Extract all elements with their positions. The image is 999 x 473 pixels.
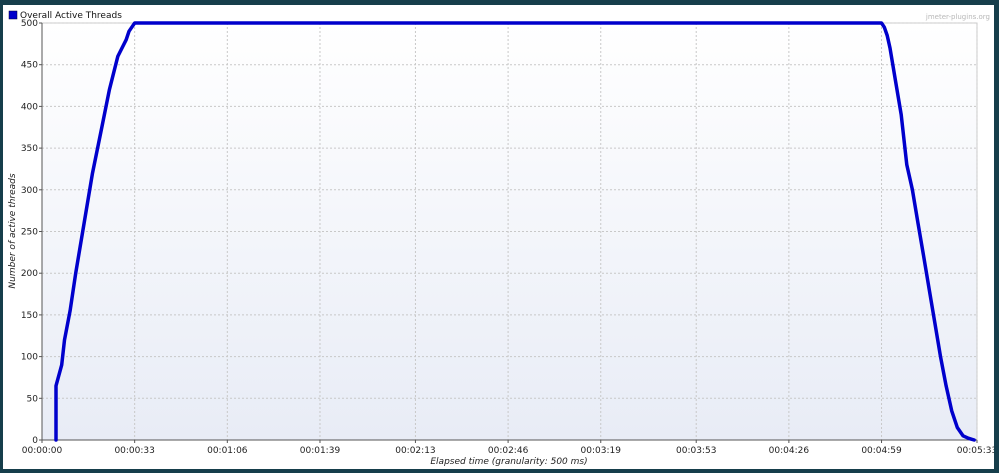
y-tick-label: 150 — [21, 311, 38, 321]
legend: Overall Active Threads — [8, 10, 122, 21]
x-axis-ticks: 00:00:00 00:00:33 00:01:06 00:01:39 00:02:13… — [22, 440, 994, 456]
x-tick-label: 00:04:26 — [769, 446, 810, 456]
legend-label: Overall Active Threads — [20, 11, 122, 21]
x-tick-label: 00:01:06 — [207, 446, 248, 456]
watermark: jmeter-plugins.org — [925, 13, 990, 21]
y-tick-label: 450 — [21, 61, 38, 71]
y-tick-label: 250 — [21, 228, 38, 238]
y-axis-label: Number of active threads — [8, 173, 18, 288]
x-tick-label: 00:02:46 — [488, 446, 529, 456]
y-tick-label: 0 — [32, 436, 38, 446]
x-tick-label: 00:01:39 — [300, 446, 341, 456]
legend-swatch — [8, 10, 18, 20]
x-tick-label: 00:03:19 — [581, 446, 622, 456]
x-tick-label: 00:00:00 — [22, 446, 63, 456]
x-tick-label: 00:00:33 — [114, 446, 154, 456]
y-tick-label: 200 — [21, 269, 38, 279]
chart-frame: 0 50 100 150 200 250 300 350 400 450 500 00:00:00 0… — [3, 5, 994, 469]
x-tick-label: 00:02:13 — [395, 446, 435, 456]
y-tick-label: 300 — [21, 186, 38, 196]
y-tick-label: 350 — [21, 144, 38, 154]
x-tick-label: 00:03:53 — [676, 446, 716, 456]
active-threads-chart: 050100150200250300350400450500 00:00:00 0… — [8, 10, 994, 467]
y-tick-label: 100 — [21, 353, 38, 363]
x-tick-label: 00:05:33 — [957, 446, 994, 456]
x-tick-label: 00:04:59 — [861, 446, 902, 456]
y-tick-label: 400 — [21, 102, 38, 112]
x-axis-label: Elapsed time (granularity: 500 ms) — [430, 457, 587, 467]
y-axis-ticks: 050100150200250300350400450500 — [21, 19, 42, 446]
y-tick-label: 50 — [27, 394, 39, 404]
